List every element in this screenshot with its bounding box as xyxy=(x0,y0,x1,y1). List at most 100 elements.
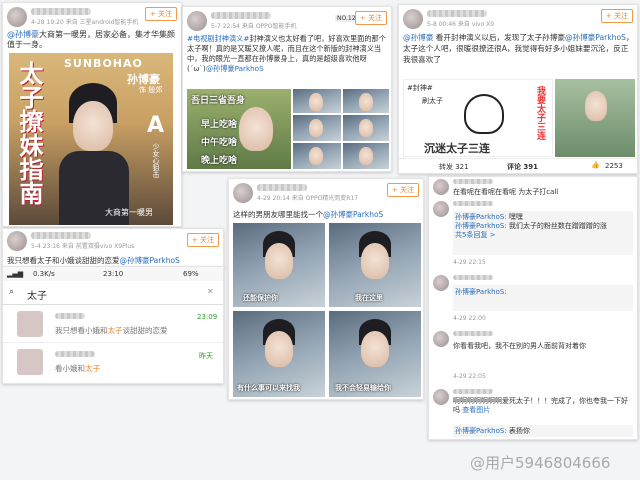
comment[interactable]: 你看看我吧，我不在别的男人面前背对着你 4-29 22:05 xyxy=(429,329,637,385)
comment-count[interactable]: 评论 391 xyxy=(507,162,538,172)
mention-link[interactable]: @孙博豪 xyxy=(403,33,433,42)
post-meta: 5-4 23:16 来自 前置双摄vivo X9Plus xyxy=(31,243,135,250)
avatar xyxy=(17,311,43,337)
post-card-3: 5-8 00:46 来自 vivo X9 + 关注 @孙博豪 看开封神演义以后，… xyxy=(398,4,638,174)
avatar[interactable] xyxy=(187,11,207,31)
drama-still[interactable]: 还能保护你 xyxy=(233,223,325,307)
follow-button[interactable]: + 关注 xyxy=(600,9,633,23)
photo-thumb[interactable] xyxy=(293,143,341,169)
avatar[interactable] xyxy=(433,179,449,195)
avatar[interactable] xyxy=(433,331,449,347)
meme-line: 晚上吃啥 xyxy=(201,156,238,166)
post-text: @孙博豪大商第一暖男，居家必备，集才华集颜值于一身。 xyxy=(7,30,175,49)
repost-count[interactable]: 转发 321 xyxy=(439,162,469,172)
subtitle: 有什么事可以来找我 xyxy=(237,384,300,392)
search-icon[interactable]: ⌕ xyxy=(9,287,14,297)
avatar[interactable] xyxy=(403,9,423,29)
photo-thumb[interactable] xyxy=(343,143,389,169)
stats-bar: 转发 321 评论 391 👍 2253 xyxy=(399,158,637,173)
photo-thumb[interactable] xyxy=(343,115,389,141)
more-replies-link[interactable]: 共5条回复 > xyxy=(455,231,631,240)
comment-time: 4-29 22:15 xyxy=(453,259,486,266)
meme-caption-top: 吾日三省吾身 xyxy=(191,96,246,106)
comments-panel: 在看呢在看呢在看呢 为太子打call 孙博豪ParkhoS: 嘿嘿 孙博豪Par… xyxy=(428,176,638,440)
post-meta: 5-7 22:54 来自 OPPO智能手机 xyxy=(211,23,297,30)
post-text: 这样的男朋友哪里能找一个@孙博豪ParkhoS xyxy=(233,210,384,219)
post-card-2: 5-7 22:54 来自 OPPO智能手机 NO.1232 + 关注 #电视剧封… xyxy=(182,6,392,172)
clear-icon[interactable]: ✕ xyxy=(207,287,214,296)
poster-caption-small: 少女心狙击 xyxy=(152,143,160,178)
post-card-4: 5-4 23:16 来自 前置双摄vivo X9Plus + 关注 我只想看太子… xyxy=(2,228,224,268)
username-blurred[interactable] xyxy=(31,8,91,15)
result-item[interactable]: 我只想看小娥和太子谈甜甜的恋爱 23:09 xyxy=(3,307,223,343)
mention-link[interactable]: @孙博豪ParkhoS xyxy=(206,64,264,73)
username-blurred[interactable] xyxy=(211,12,271,19)
avatar[interactable] xyxy=(433,389,449,405)
reply-user[interactable]: 孙博豪ParkhoS: xyxy=(455,427,507,435)
drama-poster[interactable]: SUNBOHAO 孙博豪 饰 殷郊 太子撩妹指南 A 少女心狙击 大商第一暖男 xyxy=(9,53,173,225)
avatar[interactable] xyxy=(7,7,27,27)
avatar[interactable] xyxy=(7,231,27,251)
result-time: 23:09 xyxy=(197,313,218,321)
drama-still[interactable]: 我不会轻易输给你 xyxy=(329,311,421,397)
comment-text: 啊啊啊啊啊啊啊爱死太子！！！完成了，你也夸我一下好吗 查看图片 xyxy=(453,397,628,414)
mention-link[interactable]: @孙博豪ParkhoS xyxy=(120,256,180,265)
post-meta: 4-28 19:20 来自 三星android智能手机 xyxy=(31,19,139,26)
username-blurred[interactable] xyxy=(257,184,307,191)
mention-link[interactable]: @孙博豪ParkhoS xyxy=(565,33,626,42)
watermark: @用户5946804666 xyxy=(470,454,611,472)
comment[interactable]: 孙博豪ParkhoS: 嘿嘿 孙博豪ParkhoS: 我们太子的粉丝数在蹭蹭蹭的… xyxy=(429,199,637,269)
post-meta: 5-8 00:46 来自 vivo X9 xyxy=(427,21,495,28)
sticker-bottom: 沉迷太子三连 xyxy=(424,142,490,155)
mention-link[interactable]: @孙博豪 xyxy=(7,30,39,39)
follow-button[interactable]: + 关注 xyxy=(186,233,219,247)
mention-link[interactable]: @孙博豪ParkhoS xyxy=(323,210,383,219)
photo-thumb[interactable] xyxy=(343,89,389,113)
photo-thumb[interactable] xyxy=(293,115,341,141)
result-item[interactable]: 看小娥和太子 昨天 xyxy=(3,345,223,381)
clock: 23:10 xyxy=(103,270,124,278)
reply-user[interactable]: 孙博豪ParkhoS: xyxy=(455,213,507,221)
post-text: #电视剧封神演义#封神演义也太好看了吧，好喜欢里面的那个太子啊！真的是又暖又撩人… xyxy=(187,34,386,73)
comment[interactable]: 啊啊啊啊啊啊啊爱死太子！！！完成了，你也夸我一下好吗 查看图片 孙博豪Parkh… xyxy=(429,387,637,439)
like-count[interactable]: 2253 xyxy=(605,162,623,170)
comment-text: 在看呢在看呢在看呢 为太子打call xyxy=(453,188,559,196)
result-time: 昨天 xyxy=(199,352,213,360)
username-blurred[interactable] xyxy=(427,10,487,17)
status-bar: ▂▄▆ 0.3K/s 23:10 69% xyxy=(3,267,223,281)
sticker-right: 我要太子三连 xyxy=(535,86,545,140)
poster-caption-bottom: 大商第一暖男 xyxy=(105,208,153,217)
poster-en-name: SUNBOHAO xyxy=(64,57,143,70)
follow-button[interactable]: + 关注 xyxy=(144,7,177,21)
photo-thumb[interactable] xyxy=(555,79,635,157)
reply-user[interactable]: 孙博豪ParkhoS: xyxy=(455,222,507,230)
result-snippet: 看小娥和太子 xyxy=(55,364,100,373)
comment[interactable]: 孙博豪ParkhoS: 4-29 22:00 xyxy=(429,273,637,327)
post-card-5: 4-29 20:14 来自 OPPO精光而变R17 + 关注 这样的男朋友哪里能… xyxy=(228,178,424,400)
avatar xyxy=(17,349,43,375)
poster-caption-a: A xyxy=(147,113,165,138)
portrait xyxy=(73,101,113,151)
subtitle: 我在这里 xyxy=(355,294,383,302)
avatar[interactable] xyxy=(433,201,449,217)
signal-icon: ▂▄▆ xyxy=(7,270,24,278)
drama-still[interactable]: 我在这里 xyxy=(329,223,421,307)
reply-user[interactable]: 孙博豪ParkhoS: xyxy=(455,288,507,296)
meme-image[interactable]: 吾日三省吾身 早上吃啥 中午吃啥 晚上吃啥 xyxy=(187,89,291,169)
avatar[interactable] xyxy=(233,183,253,203)
search-input[interactable]: 太子 xyxy=(27,287,47,302)
follow-button[interactable]: + 关注 xyxy=(354,11,387,25)
view-image-link[interactable]: 查看图片 xyxy=(462,406,490,414)
follow-button[interactable]: + 关注 xyxy=(386,183,419,197)
sticker-image[interactable]: #封神# 刷太子 我要太子三连 沉迷太子三连 xyxy=(403,79,553,157)
drama-still[interactable]: 有什么事可以来找我 xyxy=(233,311,325,397)
chat-search-screen: ▂▄▆ 0.3K/s 23:10 69% ⌕ 太子 ✕ 我只想看小娥和太子谈甜甜… xyxy=(2,266,224,384)
avatar[interactable] xyxy=(433,275,449,291)
like-icon[interactable]: 👍 xyxy=(591,161,600,169)
network-speed: 0.3K/s xyxy=(33,270,55,278)
post-text: @孙博豪 看开封神演义以后，发现了太子孙博豪@孙博豪ParkhoS，太子这个人吧… xyxy=(403,33,634,64)
photo-thumb[interactable] xyxy=(293,89,341,113)
hashtag-link[interactable]: #电视剧封神演义# xyxy=(187,34,249,43)
comment[interactable]: 在看呢在看呢在看呢 为太子打call xyxy=(429,177,637,199)
username-blurred[interactable] xyxy=(31,232,91,239)
